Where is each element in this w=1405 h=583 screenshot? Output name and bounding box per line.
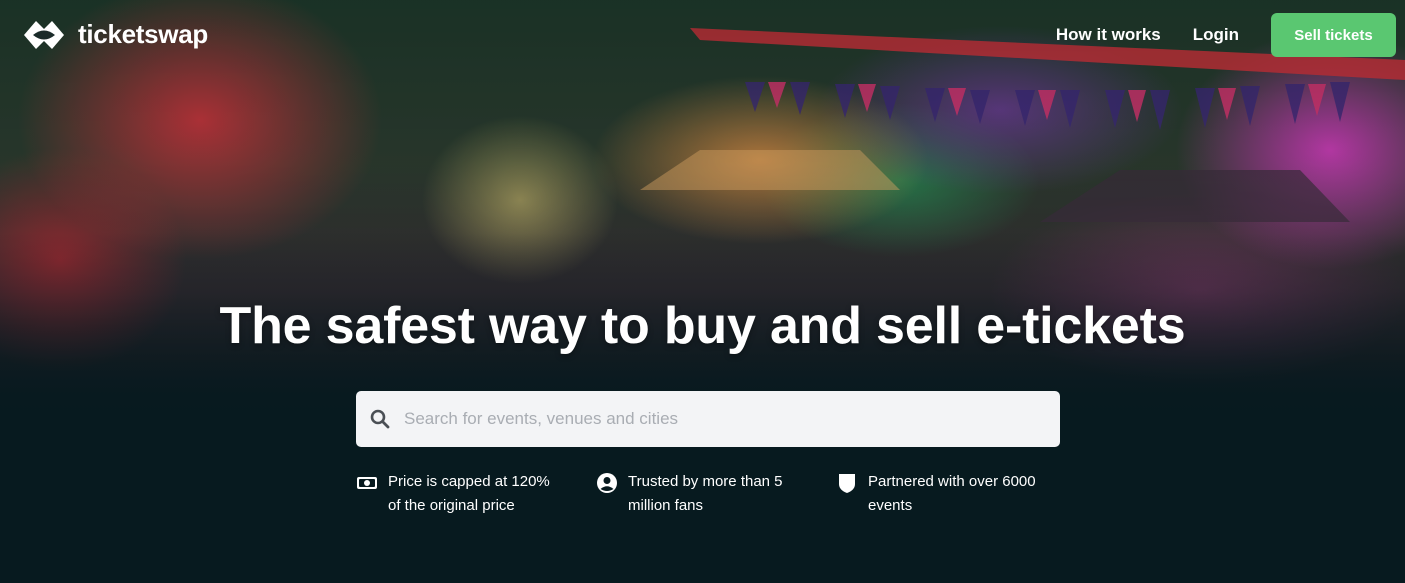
- hero: ticketswap How it works Login Sell ticke…: [0, 0, 1405, 583]
- how-it-works-link[interactable]: How it works: [1056, 13, 1161, 57]
- feature-text: Partnered with over 6000 events: [868, 473, 1036, 514]
- logo-text: ticketswap: [78, 18, 208, 49]
- feature-trusted: Trusted by more than 5 million fans: [596, 470, 836, 518]
- sell-tickets-button[interactable]: Sell tickets: [1271, 13, 1396, 57]
- hero-headline: The safest way to buy and sell e-tickets: [219, 297, 1186, 355]
- search-input[interactable]: [404, 391, 1060, 447]
- search-bar[interactable]: [356, 391, 1060, 447]
- shield-icon: [839, 474, 855, 493]
- feature-price-cap: Price is capped at 120% of the original …: [356, 470, 596, 518]
- logo[interactable]: ticketswap: [20, 14, 208, 54]
- search-icon: [370, 409, 390, 429]
- ticketswap-logo-icon: [24, 21, 64, 49]
- login-link[interactable]: Login: [1193, 13, 1239, 57]
- feature-text: Trusted by more than 5 million fans: [628, 473, 783, 514]
- user-circle-icon: [597, 473, 617, 493]
- feature-partnered: Partnered with over 6000 events: [836, 470, 1076, 518]
- banknote-icon: [357, 477, 377, 489]
- feature-text: Price is capped at 120% of the original …: [388, 473, 550, 514]
- top-nav: How it works Login Sell tickets: [1056, 13, 1396, 57]
- feature-list: Price is capped at 120% of the original …: [356, 470, 1076, 518]
